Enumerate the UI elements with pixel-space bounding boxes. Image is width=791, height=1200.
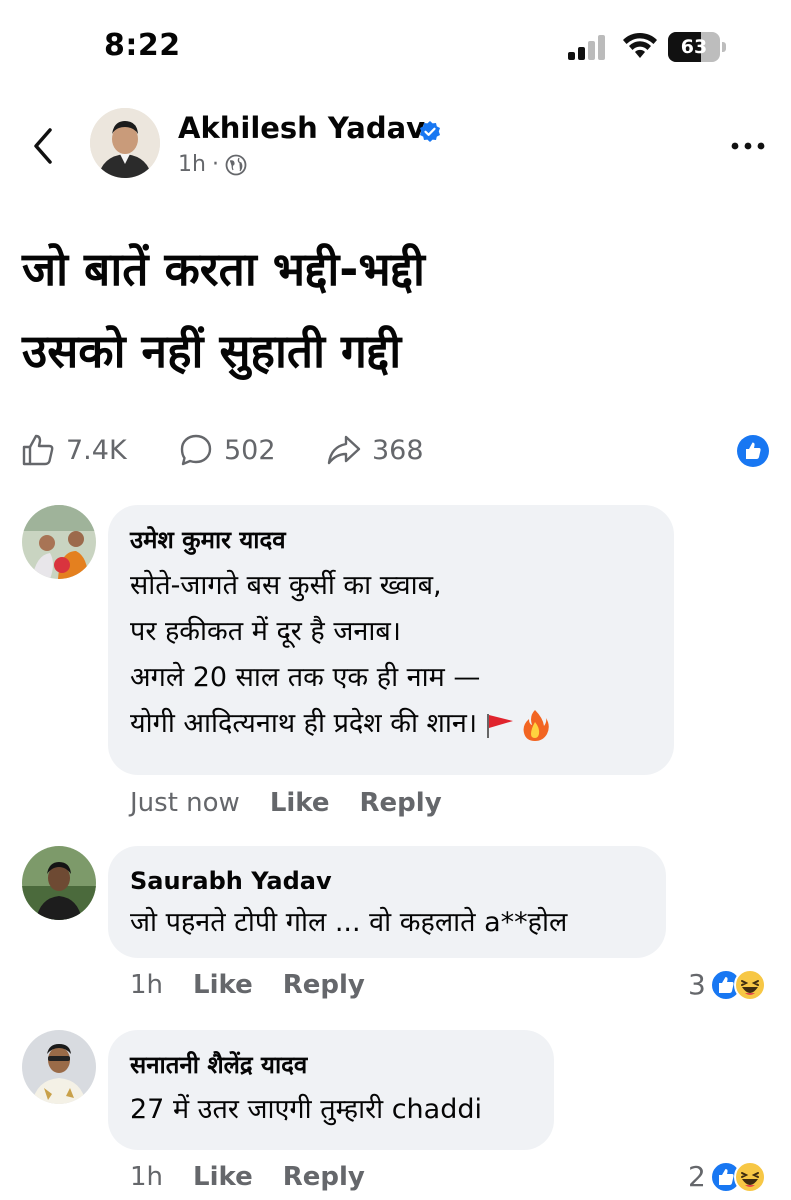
comment-reply-button[interactable]: Reply (283, 1162, 365, 1192)
comment-reply-button[interactable]: Reply (283, 970, 365, 1000)
comment-bubble[interactable]: उमेश कुमार यादव सोते-जागते बस कुर्सी का … (108, 505, 674, 775)
comment-text-line: योगी आदित्यनाथ ही प्रदेश की शान। (130, 708, 478, 739)
share-arrow-icon (327, 435, 361, 465)
triangular-flag-icon (487, 713, 514, 738)
comment-count: 502 (224, 434, 276, 466)
haha-reaction-icon (733, 1160, 766, 1193)
comment-bubble[interactable]: सनातनी शैलेंद्र यादव 27 में उतर जाएगी तु… (108, 1030, 554, 1150)
commenter-avatar[interactable] (22, 505, 96, 579)
comment-button[interactable]: 502 (178, 430, 276, 470)
share-count: 368 (372, 434, 424, 466)
comment-bubble-icon (180, 434, 212, 466)
comment-text-line: सोते-जागते बस कुर्सी का ख्वाब, (130, 570, 442, 601)
comment-like-button[interactable]: Like (193, 1162, 253, 1192)
verified-badge-icon (420, 121, 440, 142)
share-button[interactable]: 368 (326, 430, 424, 470)
comment-text-line-with-emoji: योगी आदित्यनाथ ही प्रदेश की शान। (130, 701, 650, 747)
comment-reactions[interactable]: 3 (688, 968, 768, 1001)
commenter-avatar[interactable] (22, 1030, 96, 1104)
thumbs-up-icon (22, 434, 54, 466)
comment-text-line: 27 में उतर जाएगी तुम्हारी chaddi (130, 1094, 482, 1125)
comment-text-line: अगले 20 साल तक एक ही नाम — (130, 662, 481, 693)
status-time: 8:22 (104, 28, 181, 63)
comment-actions: 1h Like Reply (130, 970, 365, 1000)
chevron-left-icon[interactable] (28, 124, 58, 168)
cellular-signal-icon (568, 34, 612, 60)
comment-reactions[interactable]: 2 (688, 1160, 768, 1193)
post-meta: 1h · (178, 152, 247, 177)
commenter-avatar[interactable] (22, 846, 96, 920)
wifi-icon (623, 32, 657, 58)
reaction-count: 3 (688, 968, 706, 1001)
comment-actions: Just now Like Reply (130, 788, 442, 818)
comment-time[interactable]: Just now (130, 788, 240, 818)
comment-text-line: जो पहनते टोपी गोल ... वो कहलाते a**होल (130, 907, 568, 938)
comment-time[interactable]: 1h (130, 970, 163, 1000)
battery-level: 63 (680, 36, 708, 58)
post-text-line: उसको नहीं सुहाती गद्दी (22, 324, 402, 378)
more-horizontal-icon[interactable] (728, 136, 768, 156)
author-avatar[interactable] (90, 108, 160, 178)
like-reaction-icon[interactable] (736, 434, 770, 468)
comment-reply-button[interactable]: Reply (360, 788, 442, 818)
comment-bubble[interactable]: Saurabh Yadav जो पहनते टोपी गोल ... वो क… (108, 846, 666, 958)
battery-icon: 63 (668, 32, 726, 62)
comment-time[interactable]: 1h (130, 1162, 163, 1192)
globe-icon (225, 154, 247, 175)
comment-text-line: पर हकीकत में दूर है जनाब। (130, 616, 402, 647)
meta-separator: · (211, 152, 219, 177)
commenter-name[interactable]: उमेश कुमार यादव (130, 523, 650, 557)
like-count: 7.4K (66, 434, 127, 466)
comment-like-button[interactable]: Like (270, 788, 330, 818)
author-name[interactable]: Akhilesh Yadav (178, 111, 425, 145)
reaction-count: 2 (688, 1160, 706, 1193)
commenter-name[interactable]: Saurabh Yadav (130, 864, 642, 898)
comment-like-button[interactable]: Like (193, 970, 253, 1000)
fire-icon (523, 709, 549, 741)
post-text-line: जो बातें करता भद्दी-भद्दी (22, 242, 425, 296)
commenter-name[interactable]: सनातनी शैलेंद्र यादव (130, 1048, 530, 1082)
haha-reaction-icon (733, 968, 766, 1001)
status-bar: 8:22 63 (0, 0, 791, 90)
like-button[interactable]: 7.4K (20, 430, 127, 470)
post-time[interactable]: 1h (178, 152, 206, 177)
comment-actions: 1h Like Reply (130, 1162, 365, 1192)
post-text: जो बातें करता भद्दी-भद्दी उसको नहीं सुहा… (22, 228, 762, 392)
